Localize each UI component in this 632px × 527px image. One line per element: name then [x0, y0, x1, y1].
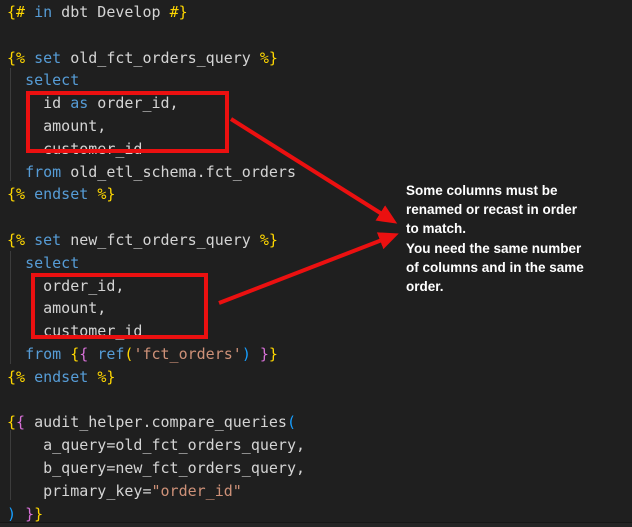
- code-token: ref: [97, 345, 124, 363]
- code-token: [25, 49, 34, 67]
- code-token: new_fct_orders_query: [61, 231, 260, 249]
- code-line: {% endset %}: [7, 366, 305, 389]
- code-token: [25, 3, 34, 21]
- code-token: from: [25, 163, 61, 181]
- code-token: [88, 185, 97, 203]
- code-token: 'fct_orders': [133, 345, 241, 363]
- code-token: }: [34, 505, 43, 523]
- code-token: [251, 345, 260, 363]
- code-token: primary_key=: [7, 482, 152, 500]
- highlight-box-new-columns: [31, 273, 208, 339]
- code-token: {: [16, 413, 25, 431]
- code-token: audit_helper.compare_queries: [25, 413, 287, 431]
- code-token: {%: [7, 185, 25, 203]
- code-token: #}: [170, 3, 188, 21]
- horizontal-scrollbar[interactable]: [0, 522, 632, 527]
- indent-guide: [10, 430, 11, 500]
- code-token: {: [7, 413, 16, 431]
- code-token: %}: [260, 49, 278, 67]
- code-token: {%: [7, 231, 25, 249]
- code-line: [7, 389, 305, 412]
- code-line: select: [7, 69, 305, 92]
- code-token: from: [25, 345, 61, 363]
- code-line: a_query=old_fct_orders_query,: [7, 434, 305, 457]
- code-token: select: [25, 71, 79, 89]
- code-token: }: [25, 505, 34, 523]
- code-token: %}: [97, 368, 115, 386]
- code-token: [16, 505, 25, 523]
- code-token: ): [242, 345, 251, 363]
- annotation-line: Some columns must be: [406, 181, 616, 200]
- code-token: %}: [260, 231, 278, 249]
- code-token: {: [79, 345, 88, 363]
- indent-guide: [10, 68, 11, 181]
- indent-guide: [10, 251, 11, 364]
- code-token: dbt Develop: [52, 3, 169, 21]
- code-editor-window[interactable]: {# in dbt Develop #} {% set old_fct_order…: [0, 0, 632, 527]
- highlight-box-old-columns: [26, 91, 229, 153]
- code-token: set: [34, 231, 61, 249]
- code-token: [25, 185, 34, 203]
- code-token: "order_id": [152, 482, 242, 500]
- code-token: }: [269, 345, 278, 363]
- code-token: select: [25, 254, 79, 272]
- code-token: %}: [97, 185, 115, 203]
- code-token: b_query=new_fct_orders_query,: [7, 459, 305, 477]
- code-token: (: [287, 413, 296, 431]
- code-line: {% set old_fct_orders_query %}: [7, 47, 305, 70]
- code-token: a_query=old_fct_orders_query,: [7, 436, 305, 454]
- code-token: {: [70, 345, 79, 363]
- code-line: {% set new_fct_orders_query %}: [7, 229, 305, 252]
- code-token: in: [34, 3, 52, 21]
- annotation-line: renamed or recast in order: [406, 200, 616, 219]
- code-token: endset: [34, 368, 88, 386]
- code-token: old_etl_schema.fct_orders: [61, 163, 296, 181]
- code-token: endset: [34, 185, 88, 203]
- code-line: from old_etl_schema.fct_orders: [7, 161, 305, 184]
- annotation-note: Some columns must be renamed or recast i…: [406, 181, 616, 296]
- code-token: ): [7, 505, 16, 523]
- code-line: primary_key="order_id": [7, 480, 305, 503]
- code-line: [7, 24, 305, 47]
- code-token: [88, 345, 97, 363]
- code-line: [7, 206, 305, 229]
- code-line: {% endset %}: [7, 183, 305, 206]
- annotation-line: order.: [406, 277, 616, 296]
- code-line: {{ audit_helper.compare_queries(: [7, 411, 305, 434]
- code-area[interactable]: {# in dbt Develop #} {% set old_fct_order…: [7, 1, 305, 525]
- code-line: select: [7, 252, 305, 275]
- annotation-line: to match.: [406, 219, 616, 238]
- annotation-line: of columns and in the same: [406, 258, 616, 277]
- code-token: {%: [7, 49, 25, 67]
- code-token: }: [260, 345, 269, 363]
- code-line: from {{ ref('fct_orders') }}: [7, 343, 305, 366]
- code-line: b_query=new_fct_orders_query,: [7, 457, 305, 480]
- code-token: {%: [7, 368, 25, 386]
- code-token: [61, 345, 70, 363]
- code-token: [25, 231, 34, 249]
- code-token: [25, 368, 34, 386]
- annotation-line: You need the same number: [406, 239, 616, 258]
- code-token: old_fct_orders_query: [61, 49, 260, 67]
- code-token: set: [34, 49, 61, 67]
- code-token: {#: [7, 3, 25, 21]
- code-token: [88, 368, 97, 386]
- code-line: {# in dbt Develop #}: [7, 1, 305, 24]
